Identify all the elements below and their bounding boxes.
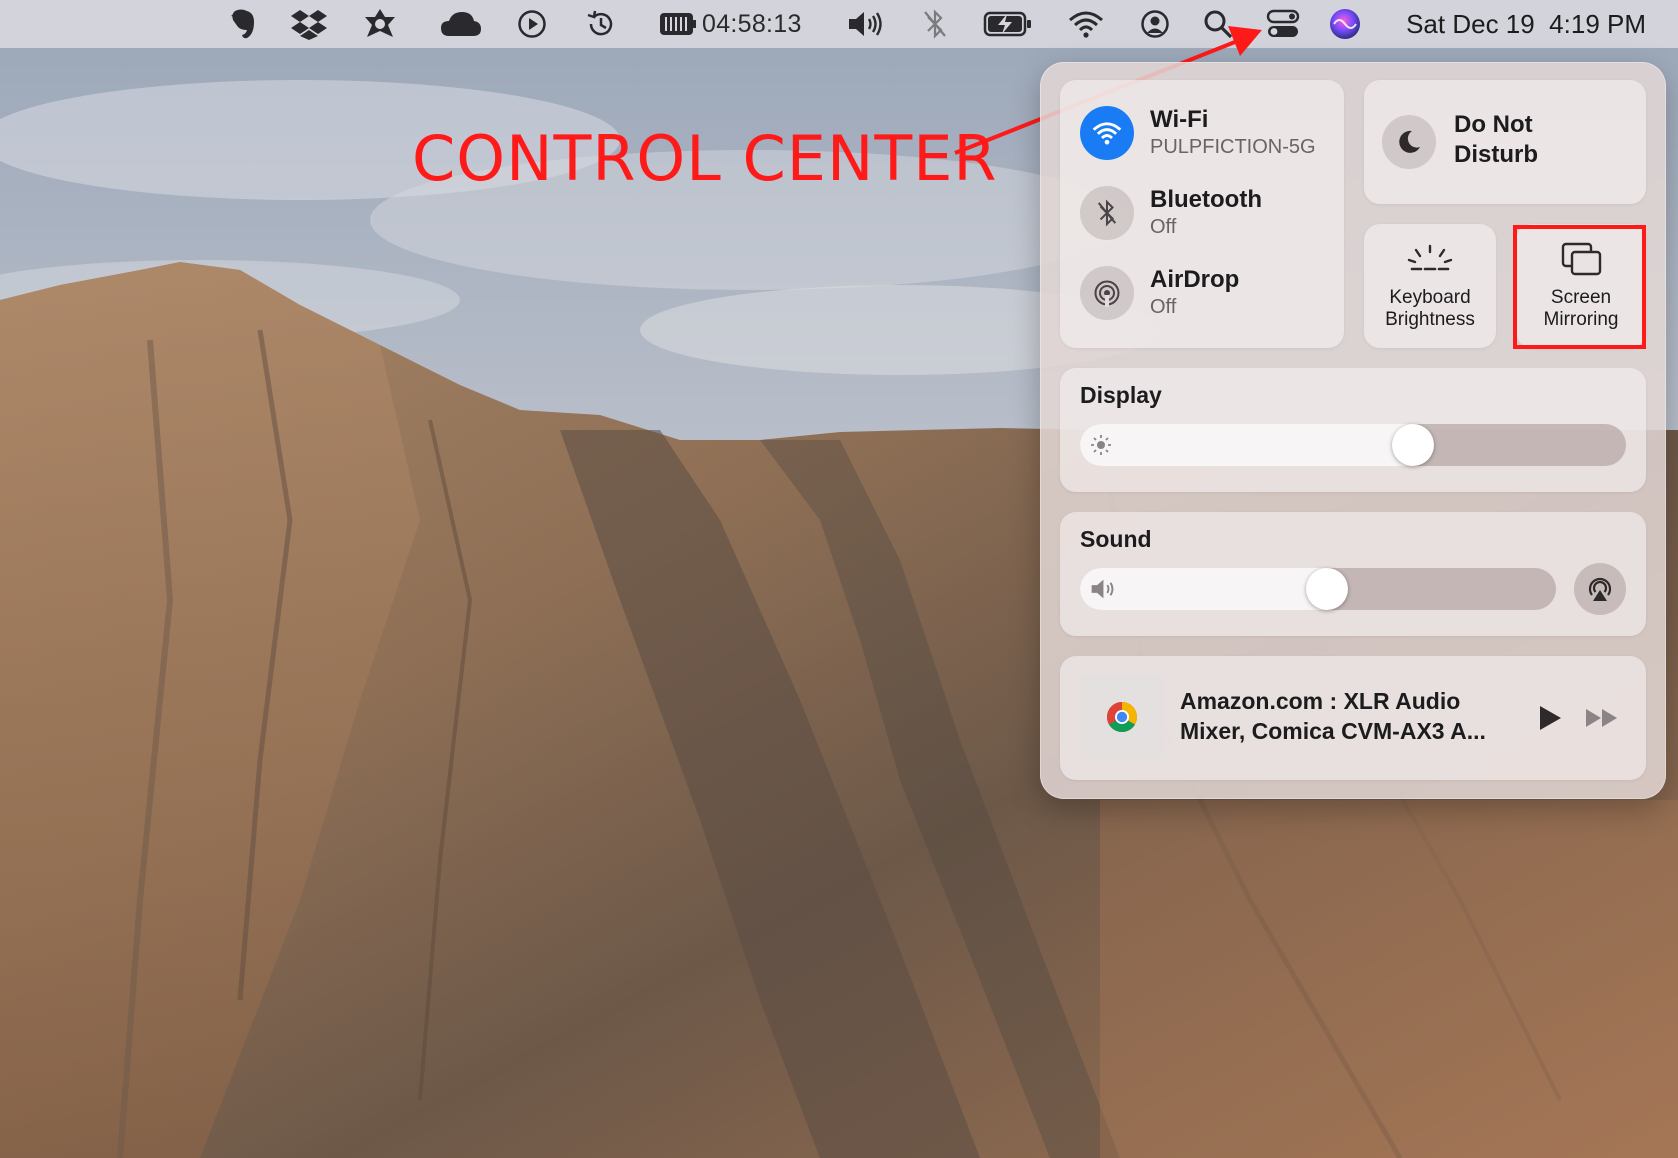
screen-mirroring-icon <box>1561 242 1602 276</box>
airdrop-icon <box>1094 280 1120 307</box>
display-title: Display <box>1080 382 1162 408</box>
wifi-icon <box>1092 122 1122 145</box>
annotation-label: CONTROL CENTER <box>412 122 998 195</box>
display-tile: Display <box>1060 368 1646 492</box>
airdrop-row[interactable]: AirDrop Off <box>1080 266 1239 320</box>
bluetooth-title: Bluetooth <box>1150 186 1262 213</box>
volume-icon[interactable] <box>844 0 888 48</box>
now-playing-title: Amazon.com : XLR Audio Mixer, Comica CVM… <box>1180 686 1510 746</box>
do-not-disturb-label: Do Not Disturb <box>1454 110 1538 170</box>
do-not-disturb-line2: Disturb <box>1454 141 1538 168</box>
keyboard-brightness-label: Keyboard Brightness <box>1364 287 1496 331</box>
wifi-title: Wi-Fi <box>1150 106 1209 133</box>
now-playing-line1: Amazon.com : XLR Audio <box>1180 688 1461 714</box>
bluetooth-toggle[interactable] <box>1080 186 1134 240</box>
alfred-icon[interactable] <box>358 0 402 48</box>
moon-icon <box>1399 130 1420 153</box>
speaker-icon <box>1091 579 1114 599</box>
chrome-icon <box>1106 702 1138 733</box>
airplay-audio-icon <box>1588 577 1612 601</box>
keyboard-brightness-icon <box>1407 244 1453 271</box>
display-slider-knob[interactable] <box>1392 424 1434 466</box>
screen-mirroring-label: Screen Mirroring <box>1516 287 1646 331</box>
sound-title: Sound <box>1080 526 1152 552</box>
do-not-disturb-tile[interactable]: Do Not Disturb <box>1364 80 1646 204</box>
airdrop-title: AirDrop <box>1150 266 1240 293</box>
bluetooth-off-icon <box>1097 199 1117 227</box>
wifi-toggle[interactable] <box>1080 106 1134 160</box>
fast-forward-icon <box>1586 709 1617 727</box>
play-circle-icon[interactable] <box>513 0 551 48</box>
airdrop-toggle[interactable] <box>1080 266 1134 320</box>
keyboard-brightness-line1: Keyboard <box>1389 287 1471 308</box>
now-playing-tile[interactable]: Amazon.com : XLR Audio Mixer, Comica CVM… <box>1060 656 1646 780</box>
dropbox-icon[interactable] <box>286 0 332 48</box>
battery-charging-icon[interactable] <box>982 0 1034 48</box>
now-playing-artwork <box>1080 675 1164 759</box>
display-brightness-slider[interactable] <box>1080 424 1626 466</box>
do-not-disturb-toggle[interactable] <box>1382 115 1436 169</box>
sound-slider-knob[interactable] <box>1306 568 1348 610</box>
keyboard-brightness-tile[interactable]: Keyboard Brightness <box>1364 224 1496 348</box>
display-slider-fill <box>1080 424 1413 466</box>
siri-icon[interactable] <box>1326 0 1364 48</box>
play-icon <box>1540 706 1561 730</box>
spotlight-search-icon[interactable] <box>1200 0 1236 48</box>
keyboard-brightness-line2: Brightness <box>1385 309 1475 330</box>
control-center-panel: Wi-Fi PULPFICTION-5G Bluetooth Off AirDr… <box>1040 62 1666 799</box>
sun-icon <box>1091 435 1111 455</box>
sound-tile: Sound <box>1060 512 1646 636</box>
control-center-icon[interactable] <box>1262 0 1304 48</box>
evernote-icon[interactable] <box>220 0 264 48</box>
screen-mirroring-line1: Screen <box>1550 287 1612 308</box>
now-playing-line2: Mixer, Comica CVM-AX3 A... <box>1180 718 1486 744</box>
network-tile: Wi-Fi PULPFICTION-5G Bluetooth Off AirDr… <box>1060 80 1344 348</box>
wifi-row[interactable]: Wi-Fi PULPFICTION-5G <box>1080 106 1316 160</box>
menu-bar-clock[interactable]: Sat Dec 19 4:19 PM <box>1386 0 1646 48</box>
fast-forward-button[interactable] <box>1580 700 1624 736</box>
sound-volume-slider[interactable] <box>1080 568 1556 610</box>
user-account-icon[interactable] <box>1136 0 1174 48</box>
wifi-icon[interactable] <box>1064 0 1108 48</box>
bluetooth-off-icon[interactable] <box>918 0 952 48</box>
airdrop-status: Off <box>1150 296 1177 318</box>
wifi-network-name: PULPFICTION-5G <box>1150 136 1316 158</box>
menu-bar: 04:58:13 Sat Dec 19 4:19 PM <box>0 0 1678 48</box>
battery-timer: 04:58:13 <box>702 9 802 38</box>
screen-mirroring-line2: Mirroring <box>1543 309 1619 330</box>
battery-meter-icon[interactable] <box>657 0 699 48</box>
creative-cloud-icon[interactable] <box>434 0 488 48</box>
bluetooth-status: Off <box>1150 216 1177 238</box>
time-machine-icon[interactable] <box>581 0 621 48</box>
bluetooth-row[interactable]: Bluetooth Off <box>1080 186 1262 240</box>
play-button[interactable] <box>1532 700 1568 736</box>
do-not-disturb-line1: Do Not <box>1454 111 1533 138</box>
screen-mirroring-tile[interactable]: Screen Mirroring <box>1516 224 1646 348</box>
airplay-audio-button[interactable] <box>1574 563 1626 615</box>
